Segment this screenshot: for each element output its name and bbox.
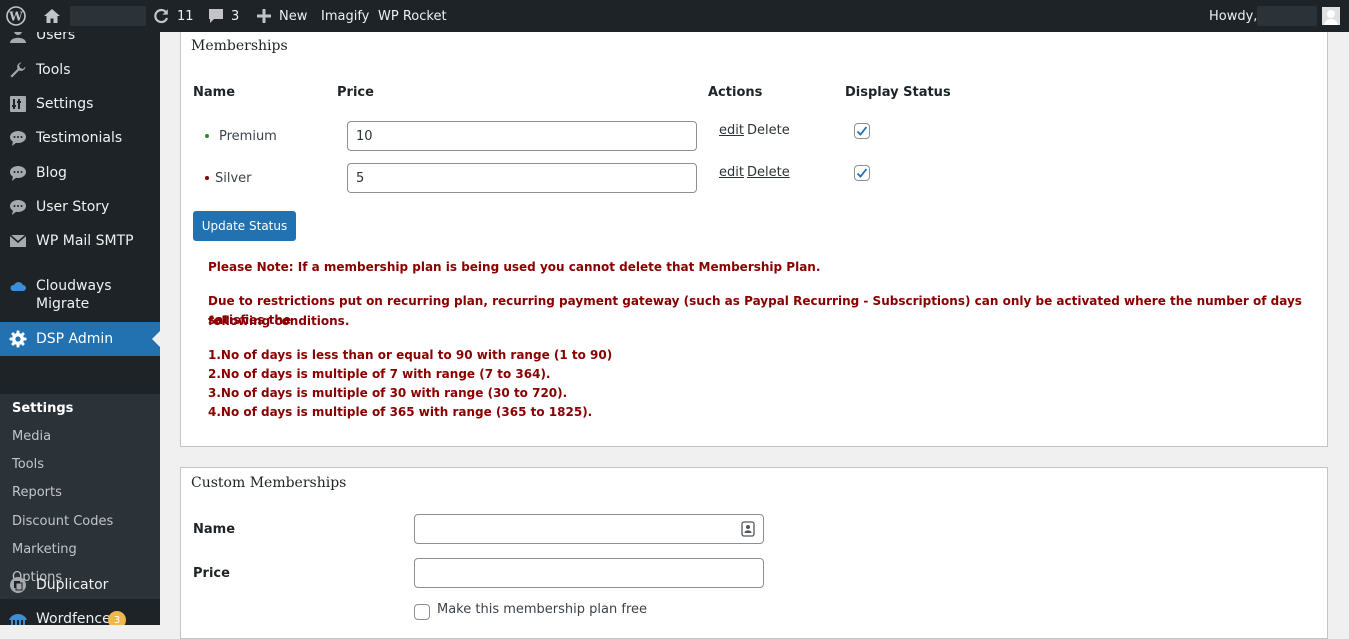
column-header-actions: Actions <box>708 85 763 100</box>
new-content-link[interactable]: New <box>256 0 307 32</box>
sidebar-item-wordfence[interactable]: Wordfence 3 <box>0 607 160 625</box>
sidebar-item-label: Tools <box>36 62 71 78</box>
status-bullet <box>205 176 209 180</box>
username-redacted[interactable] <box>1257 6 1317 26</box>
current-menu-arrow <box>152 331 160 347</box>
sidebar-item-user-story[interactable]: User Story <box>0 195 160 219</box>
contact-card-icon[interactable] <box>741 521 755 541</box>
display-status-checkbox[interactable] <box>854 165 870 181</box>
plan-price-input[interactable] <box>347 163 697 193</box>
status-bullet <box>205 134 209 138</box>
display-status-checkbox[interactable] <box>854 123 870 139</box>
sidebar-item-label: Wordfence <box>36 611 111 625</box>
comment-icon <box>8 197 28 217</box>
howdy-label[interactable]: Howdy, <box>1209 0 1257 32</box>
sidebar-item-label: Testimonials <box>36 130 123 146</box>
avatar[interactable] <box>1322 0 1340 32</box>
plan-price-input[interactable] <box>347 121 697 151</box>
duplicator-icon <box>8 575 28 595</box>
cloud-icon <box>8 276 28 296</box>
sidebar-item-label: Blog <box>36 165 67 181</box>
sidebar-item-label: Cloudways <box>36 278 112 294</box>
submenu-item-media[interactable]: Media <box>12 429 51 444</box>
note-delete-warning: Please Note: If a membership plan is bei… <box>208 260 821 274</box>
refresh-icon <box>151 6 171 26</box>
sidebar-item-settings[interactable]: Settings <box>0 92 160 116</box>
dsp-admin-submenu: Settings Media Tools Reports Discount Co… <box>0 394 160 599</box>
memberships-panel: Memberships Name Price Actions Display S… <box>180 22 1328 447</box>
edit-link[interactable]: edit <box>719 123 744 138</box>
update-status-button[interactable]: Update Status <box>193 211 296 241</box>
admin-bar: W 11 3 New Imagify WP Rocket Howdy, <box>0 0 1349 32</box>
comment-icon <box>8 128 28 148</box>
sidebar-item-testimonials[interactable]: Testimonials <box>0 126 160 150</box>
comment-icon <box>207 7 225 25</box>
svg-text:W: W <box>8 10 23 24</box>
price-label: Price <box>193 566 230 581</box>
sidebar-item-label: DSP Admin <box>36 331 114 347</box>
submenu-item-discount-codes[interactable]: Discount Codes <box>12 514 113 529</box>
admin-sidebar: Users Tools Settings Testimonials Blog U… <box>0 32 160 625</box>
wrench-icon <box>8 60 28 80</box>
condition-item: 2.No of days is multiple of 7 with range… <box>208 367 551 381</box>
edit-link[interactable]: edit <box>719 165 744 180</box>
condition-item: 3.No of days is multiple of 30 with rang… <box>208 386 568 400</box>
sidebar-item-dsp-admin[interactable]: DSP Admin <box>0 322 160 356</box>
sidebar-item-duplicator[interactable]: Duplicator <box>0 573 160 597</box>
submenu-item-tools[interactable]: Tools <box>12 457 44 472</box>
sidebar-item-cloudways-migrate[interactable]: Cloudways Migrate <box>0 276 160 316</box>
name-label: Name <box>193 522 236 537</box>
imagify-link[interactable]: Imagify <box>321 0 369 32</box>
wp-rocket-link[interactable]: WP Rocket <box>378 0 447 32</box>
sidebar-item-blog[interactable]: Blog <box>0 161 160 185</box>
submenu-item-marketing[interactable]: Marketing <box>12 542 77 557</box>
condition-item: 1.No of days is less than or equal to 90… <box>208 348 613 362</box>
mail-icon <box>8 231 28 251</box>
column-header-price: Price <box>337 85 374 100</box>
column-header-name: Name <box>193 85 236 100</box>
updates-link[interactable]: 11 <box>151 0 194 32</box>
gear-icon <box>8 329 28 349</box>
custom-memberships-panel: Custom Memberships Name Price Make this … <box>180 467 1328 639</box>
custom-price-input[interactable] <box>414 558 764 588</box>
sidebar-item-label-line2: Migrate <box>36 296 90 312</box>
sidebar-item-label: Duplicator <box>36 577 109 593</box>
sidebar-item-label: User Story <box>36 199 110 215</box>
plus-icon <box>256 8 272 24</box>
column-header-display-status: Display Status <box>845 85 951 100</box>
note-recurring-line1: Due to restrictions put on recurring pla… <box>208 294 1302 327</box>
sidebar-item-label: WP Mail SMTP <box>36 233 134 249</box>
sidebar-item-users[interactable]: Users <box>0 32 160 48</box>
comments-count: 3 <box>231 8 240 24</box>
wordpress-logo-icon[interactable]: W <box>6 0 26 32</box>
note-recurring-line2: following conditions. <box>208 314 350 328</box>
page-title: Memberships <box>191 38 288 54</box>
site-name-redacted[interactable] <box>70 6 146 26</box>
updates-count: 11 <box>177 8 194 24</box>
delete-link[interactable]: Delete <box>747 165 790 180</box>
condition-item: 4.No of days is multiple of 365 with ran… <box>208 405 593 419</box>
plan-name: Premium <box>219 129 277 144</box>
sidebar-item-label: Settings <box>36 96 94 112</box>
comment-icon <box>8 163 28 183</box>
new-label: New <box>279 8 308 24</box>
comments-link[interactable]: 3 <box>207 0 239 32</box>
home-icon[interactable] <box>43 0 61 32</box>
notification-badge: 3 <box>108 611 126 625</box>
settings-icon <box>8 94 28 114</box>
users-icon <box>8 32 28 45</box>
free-plan-label: Make this membership plan free <box>437 602 647 617</box>
plan-name: Silver <box>215 171 252 186</box>
sidebar-item-wp-mail-smtp[interactable]: WP Mail SMTP <box>0 229 160 253</box>
submenu-item-settings[interactable]: Settings <box>12 401 73 416</box>
sidebar-item-tools[interactable]: Tools <box>0 58 160 82</box>
delete-link[interactable]: Delete <box>747 123 790 138</box>
sidebar-item-label: Users <box>36 32 76 43</box>
free-plan-checkbox[interactable] <box>414 604 430 620</box>
custom-name-input[interactable] <box>414 514 764 544</box>
submenu-item-reports[interactable]: Reports <box>12 485 62 500</box>
wordfence-icon <box>8 609 28 625</box>
section-title: Custom Memberships <box>191 475 347 491</box>
